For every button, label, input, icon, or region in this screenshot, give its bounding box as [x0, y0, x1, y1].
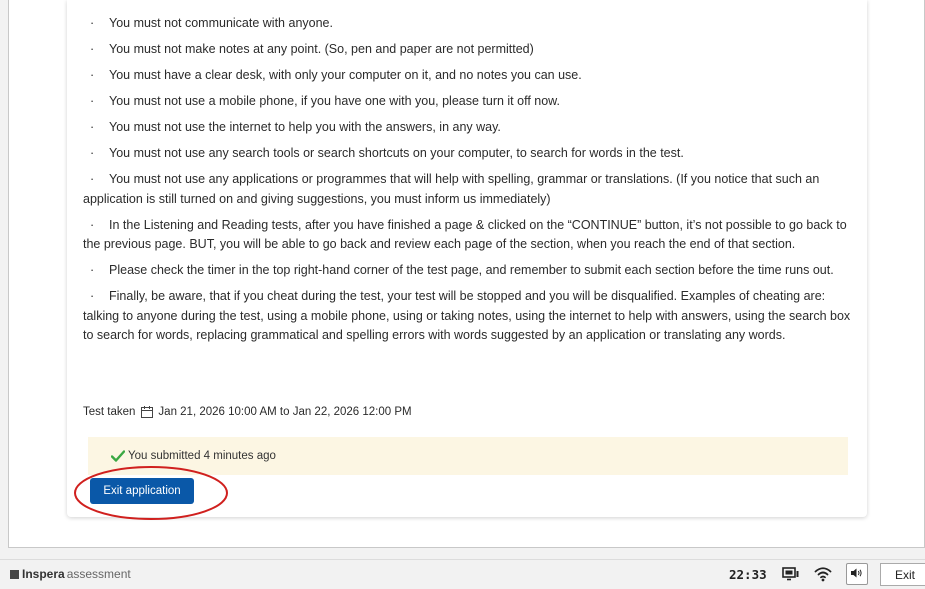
rule-item: · You must not use any search tools or se…: [83, 144, 858, 164]
rule-text: In the Listening and Reading tests, afte…: [83, 217, 847, 252]
rule-bullet: ·: [90, 120, 95, 134]
rule-bullet: ·: [90, 217, 95, 232]
test-taken-label: Test taken: [83, 406, 136, 418]
brand-suffix: assessment: [66, 567, 131, 581]
rule-text: You must not use a mobile phone, if you …: [109, 94, 560, 108]
volume-icon: [851, 565, 863, 583]
calendar-icon: [141, 406, 154, 418]
rule-text: Finally, be aware, that if you cheat dur…: [83, 289, 851, 342]
test-taken-range: Jan 21, 2026 10:00 AM to Jan 22, 2026 12…: [158, 406, 412, 418]
rule-text: You must have a clear desk, with only yo…: [109, 68, 582, 82]
rule-item: · You must have a clear desk, with only y…: [83, 66, 858, 86]
test-taken-row: Test taken Jan 21, 2026 10:00 AM to Jan …: [83, 406, 412, 418]
brand-name: Inspera: [22, 567, 65, 581]
inspera-logo-icon: [10, 569, 19, 579]
rule-text: Please check the timer in the top right-…: [109, 263, 834, 277]
inspera-logo: Inspera assessment: [10, 567, 131, 581]
rule-item: · In the Listening and Reading tests, aft…: [83, 216, 858, 255]
rule-bullet: ·: [90, 263, 95, 277]
rules-list: · You must not communicate with anyone. ·…: [83, 14, 858, 352]
application-window: · You must not communicate with anyone. ·…: [8, 0, 925, 548]
taskbar: Inspera assessment 22:33 Exit: [0, 559, 925, 589]
rule-item: · Finally, be aware, that if you cheat du…: [83, 287, 858, 346]
rule-bullet: ·: [90, 16, 95, 30]
rule-bullet: ·: [90, 94, 95, 108]
screen-icon[interactable]: [782, 566, 800, 582]
rule-text: You must not make notes at any point. (S…: [109, 42, 534, 56]
rule-bullet: ·: [90, 172, 95, 186]
rule-text: You must not use the internet to help yo…: [109, 120, 501, 134]
exit-button[interactable]: Exit: [880, 563, 925, 586]
rule-bullet: ·: [90, 68, 95, 82]
submission-notice: You submitted 4 minutes ago: [88, 437, 848, 475]
rule-item: · You must not use the internet to help y…: [83, 118, 858, 138]
rule-bullet: ·: [90, 289, 95, 303]
wifi-icon[interactable]: [814, 566, 832, 582]
clock: 22:33: [729, 567, 767, 582]
rule-item: · You must not communicate with anyone.: [83, 14, 858, 34]
rule-text: You must not communicate with anyone.: [109, 16, 333, 30]
rule-item: · You must not use any applications or pr…: [83, 170, 858, 209]
instructions-card: · You must not communicate with anyone. ·…: [67, 0, 867, 517]
rule-text: You must not use any search tools or sea…: [109, 146, 684, 160]
exit-application-button[interactable]: Exit application: [90, 478, 194, 504]
checkmark-icon: [110, 449, 126, 467]
rule-bullet: ·: [90, 146, 95, 160]
rule-item: · You must not make notes at any point. (…: [83, 40, 858, 60]
rule-item: · You must not use a mobile phone, if you…: [83, 92, 858, 112]
rule-bullet: ·: [90, 42, 95, 56]
rule-item: · Please check the timer in the top right…: [83, 261, 858, 281]
submission-text: You submitted 4 minutes ago: [128, 450, 276, 462]
volume-button[interactable]: [846, 563, 868, 585]
rule-text: You must not use any applications or pro…: [83, 172, 820, 206]
